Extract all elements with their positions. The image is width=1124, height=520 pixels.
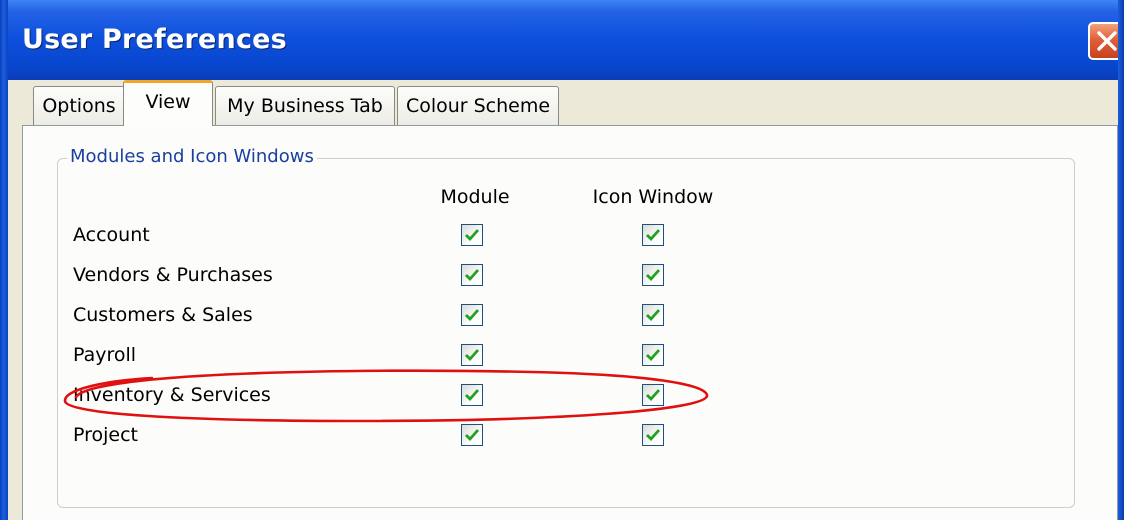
- icon-window-checkbox-payroll[interactable]: [642, 344, 664, 366]
- groupbox-legend: Modules and Icon Windows: [67, 146, 317, 167]
- tab-label: My Business Tab: [227, 95, 383, 117]
- checkmark-icon: [646, 349, 661, 362]
- checkmark-icon: [465, 229, 480, 242]
- window-border-left: [0, 0, 8, 520]
- window-border-right: [1118, 0, 1124, 520]
- checkmark-icon: [646, 269, 661, 282]
- row-label-customers-sales: Customers & Sales: [73, 304, 253, 326]
- tab-view[interactable]: View: [123, 80, 213, 126]
- modules-groupbox: [57, 158, 1075, 508]
- window-title: User Preferences: [22, 24, 287, 55]
- row-label-payroll: Payroll: [73, 344, 137, 366]
- column-header-module: Module: [440, 186, 510, 208]
- annotation-ellipse: [63, 369, 709, 423]
- tab-colour-scheme[interactable]: Colour Scheme: [397, 86, 559, 126]
- row-label-project: Project: [73, 424, 139, 446]
- column-header-icon-window: Icon Window: [592, 186, 714, 208]
- tab-label: Colour Scheme: [405, 95, 551, 117]
- checkmark-icon: [646, 309, 661, 322]
- module-checkbox-customers-sales[interactable]: [461, 304, 483, 326]
- tab-options[interactable]: Options: [33, 86, 125, 126]
- checkmark-icon: [465, 269, 480, 282]
- icon-window-checkbox-customers-sales[interactable]: [642, 304, 664, 326]
- module-checkbox-vendors-purchases[interactable]: [461, 264, 483, 286]
- user-preferences-window: User Preferences Options View My Busines…: [0, 0, 1124, 520]
- icon-window-checkbox-vendors-purchases[interactable]: [642, 264, 664, 286]
- close-x-icon: [1097, 31, 1117, 51]
- checkmark-icon: [646, 229, 661, 242]
- row-label-vendors-purchases: Vendors & Purchases: [73, 264, 273, 286]
- view-tab-panel: Modules and Icon Windows Module Icon Win…: [22, 125, 1118, 520]
- icon-window-checkbox-project[interactable]: [642, 424, 664, 446]
- module-checkbox-account[interactable]: [461, 224, 483, 246]
- tab-my-business-tab[interactable]: My Business Tab: [215, 86, 395, 126]
- checkmark-icon: [465, 429, 480, 442]
- icon-window-checkbox-account[interactable]: [642, 224, 664, 246]
- module-checkbox-project[interactable]: [461, 424, 483, 446]
- title-bar[interactable]: User Preferences: [0, 0, 1124, 80]
- checkmark-icon: [646, 429, 661, 442]
- checkmark-icon: [465, 309, 480, 322]
- checkmark-icon: [465, 349, 480, 362]
- tab-label: View: [145, 91, 191, 113]
- row-label-account: Account: [73, 224, 150, 246]
- module-checkbox-payroll[interactable]: [461, 344, 483, 366]
- tab-label: Options: [42, 95, 116, 117]
